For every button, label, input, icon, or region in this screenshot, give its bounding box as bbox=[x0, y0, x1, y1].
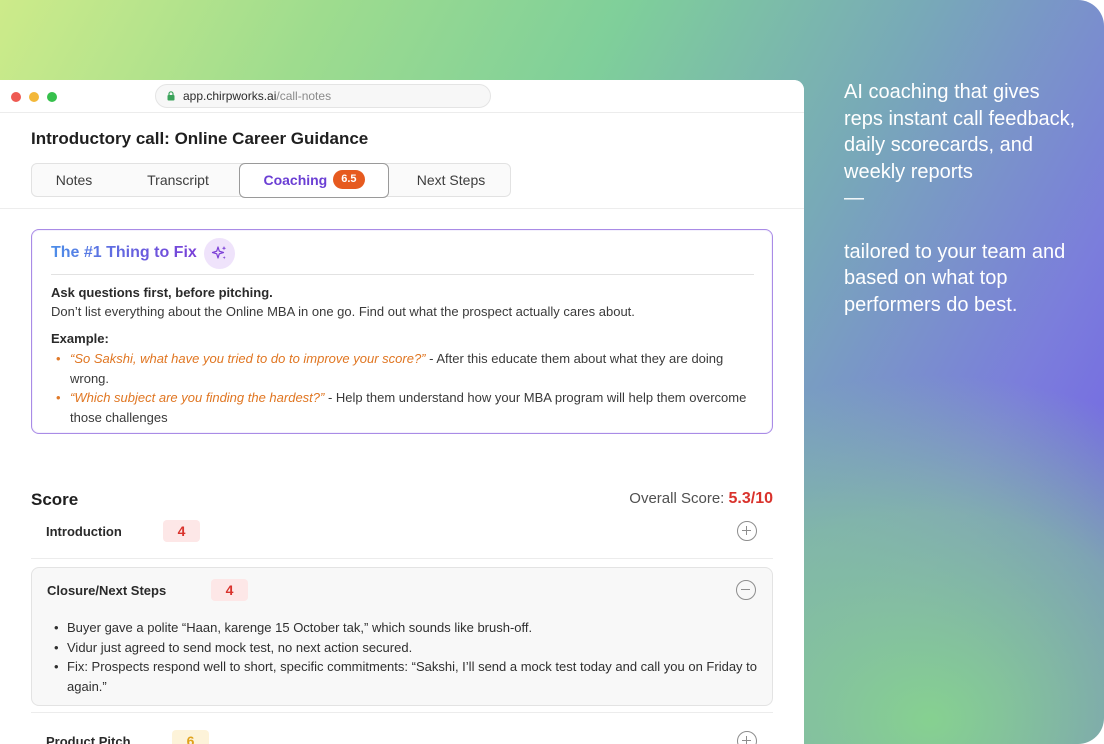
detail-text: Vidur just agreed to send mock test, no … bbox=[67, 639, 413, 655]
tab-coaching-label: Coaching bbox=[263, 172, 328, 188]
tab-transcript[interactable]: Transcript bbox=[128, 164, 228, 196]
bullet-icon: • bbox=[56, 390, 61, 405]
fix-description: Don’t list everything about the Online M… bbox=[51, 304, 635, 319]
score-pill: 4 bbox=[211, 579, 248, 601]
example-quote: “Which subject are you finding the harde… bbox=[70, 390, 325, 405]
expand-plus-icon[interactable] bbox=[737, 731, 757, 744]
browser-window: app.chirpworks.ai/call-notes Introductor… bbox=[0, 80, 804, 744]
marketing-canvas: app.chirpworks.ai/call-notes Introductor… bbox=[0, 0, 1104, 744]
example-item: • “So Sakshi, what have you tried to do t… bbox=[51, 349, 751, 388]
top-fix-card: The #1 Thing to Fix Ask questions first,… bbox=[31, 229, 773, 434]
sparkle-icon bbox=[204, 238, 235, 269]
lock-icon bbox=[167, 91, 175, 101]
url-host: app.chirpworks.ai bbox=[183, 89, 277, 103]
tab-bar: Notes Transcript Coaching 6.5 Next Steps bbox=[31, 163, 511, 198]
coaching-score-badge: 6.5 bbox=[333, 170, 365, 190]
bullet-icon: • bbox=[54, 620, 59, 635]
detail-text: Buyer gave a polite “Haan, karenge 15 Oc… bbox=[67, 620, 533, 635]
example-quote: “So Sakshi, what have you tried to do to… bbox=[70, 351, 426, 366]
score-row-closure-next-steps: Closure/Next Steps 4 • Buyer gave a polit… bbox=[31, 567, 773, 706]
fix-card-divider bbox=[51, 274, 754, 275]
score-row-label: Closure/Next Steps bbox=[47, 583, 167, 598]
bullet-icon: • bbox=[54, 659, 59, 674]
browser-toolbar: app.chirpworks.ai/call-notes bbox=[0, 80, 804, 113]
fix-card-title: The #1 Thing to Fix bbox=[51, 244, 197, 261]
expand-plus-icon[interactable] bbox=[737, 521, 757, 541]
detail-text: Fix: Prospects respond well to short, sp… bbox=[67, 659, 758, 694]
tagline-primary: AI coaching that gives reps instant call… bbox=[844, 81, 1076, 183]
url-path: /call-notes bbox=[276, 89, 332, 103]
header-divider bbox=[0, 208, 804, 209]
page-title: Introductory call: Online Career Guidanc… bbox=[31, 129, 369, 148]
marketing-tagline: AI coaching that gives reps instant call… bbox=[844, 79, 1084, 318]
score-row-label: Product Pitch bbox=[46, 734, 131, 744]
row-divider bbox=[31, 712, 773, 713]
tab-notes[interactable]: Notes bbox=[32, 164, 116, 196]
minimize-window-button[interactable] bbox=[29, 92, 39, 102]
score-pill: 4 bbox=[163, 520, 200, 542]
list-item: • Fix: Prospects respond well to short, s… bbox=[53, 657, 763, 696]
score-row-product-pitch[interactable]: Product Pitch 6 bbox=[31, 719, 773, 744]
tab-coaching[interactable]: Coaching 6.5 bbox=[239, 163, 389, 198]
maximize-window-button[interactable] bbox=[47, 92, 57, 102]
fix-heading: Ask questions first, before pitching. bbox=[51, 285, 273, 300]
list-item: • Buyer gave a polite “Haan, karenge 15 O… bbox=[53, 618, 763, 638]
tab-next-steps[interactable]: Next Steps bbox=[392, 164, 510, 196]
tagline-dash: — bbox=[844, 187, 864, 209]
address-bar[interactable]: app.chirpworks.ai/call-notes bbox=[155, 84, 491, 108]
score-row-introduction[interactable]: Introduction 4 bbox=[31, 510, 773, 552]
overall-score: Overall Score: 5.3/10 bbox=[629, 490, 773, 508]
example-item: • “Which subject are you finding the hard… bbox=[51, 388, 751, 427]
close-window-button[interactable] bbox=[11, 92, 21, 102]
score-row-label: Introduction bbox=[46, 524, 122, 539]
overall-score-value: 5.3/10 bbox=[728, 490, 773, 507]
closure-detail-list: • Buyer gave a polite “Haan, karenge 15 O… bbox=[53, 618, 763, 696]
overall-score-label: Overall Score: bbox=[629, 490, 725, 507]
bullet-icon: • bbox=[56, 351, 61, 366]
score-section-title: Score bbox=[31, 490, 79, 509]
list-item: • Vidur just agreed to send mock test, no… bbox=[53, 638, 763, 658]
collapse-minus-icon[interactable] bbox=[736, 580, 756, 600]
example-list: • “So Sakshi, what have you tried to do t… bbox=[51, 349, 751, 427]
tagline-secondary: tailored to your team and based on what … bbox=[844, 240, 1066, 316]
example-label: Example: bbox=[51, 331, 109, 346]
score-pill: 6 bbox=[172, 730, 209, 744]
row-divider bbox=[31, 558, 773, 559]
bullet-icon: • bbox=[54, 639, 59, 655]
